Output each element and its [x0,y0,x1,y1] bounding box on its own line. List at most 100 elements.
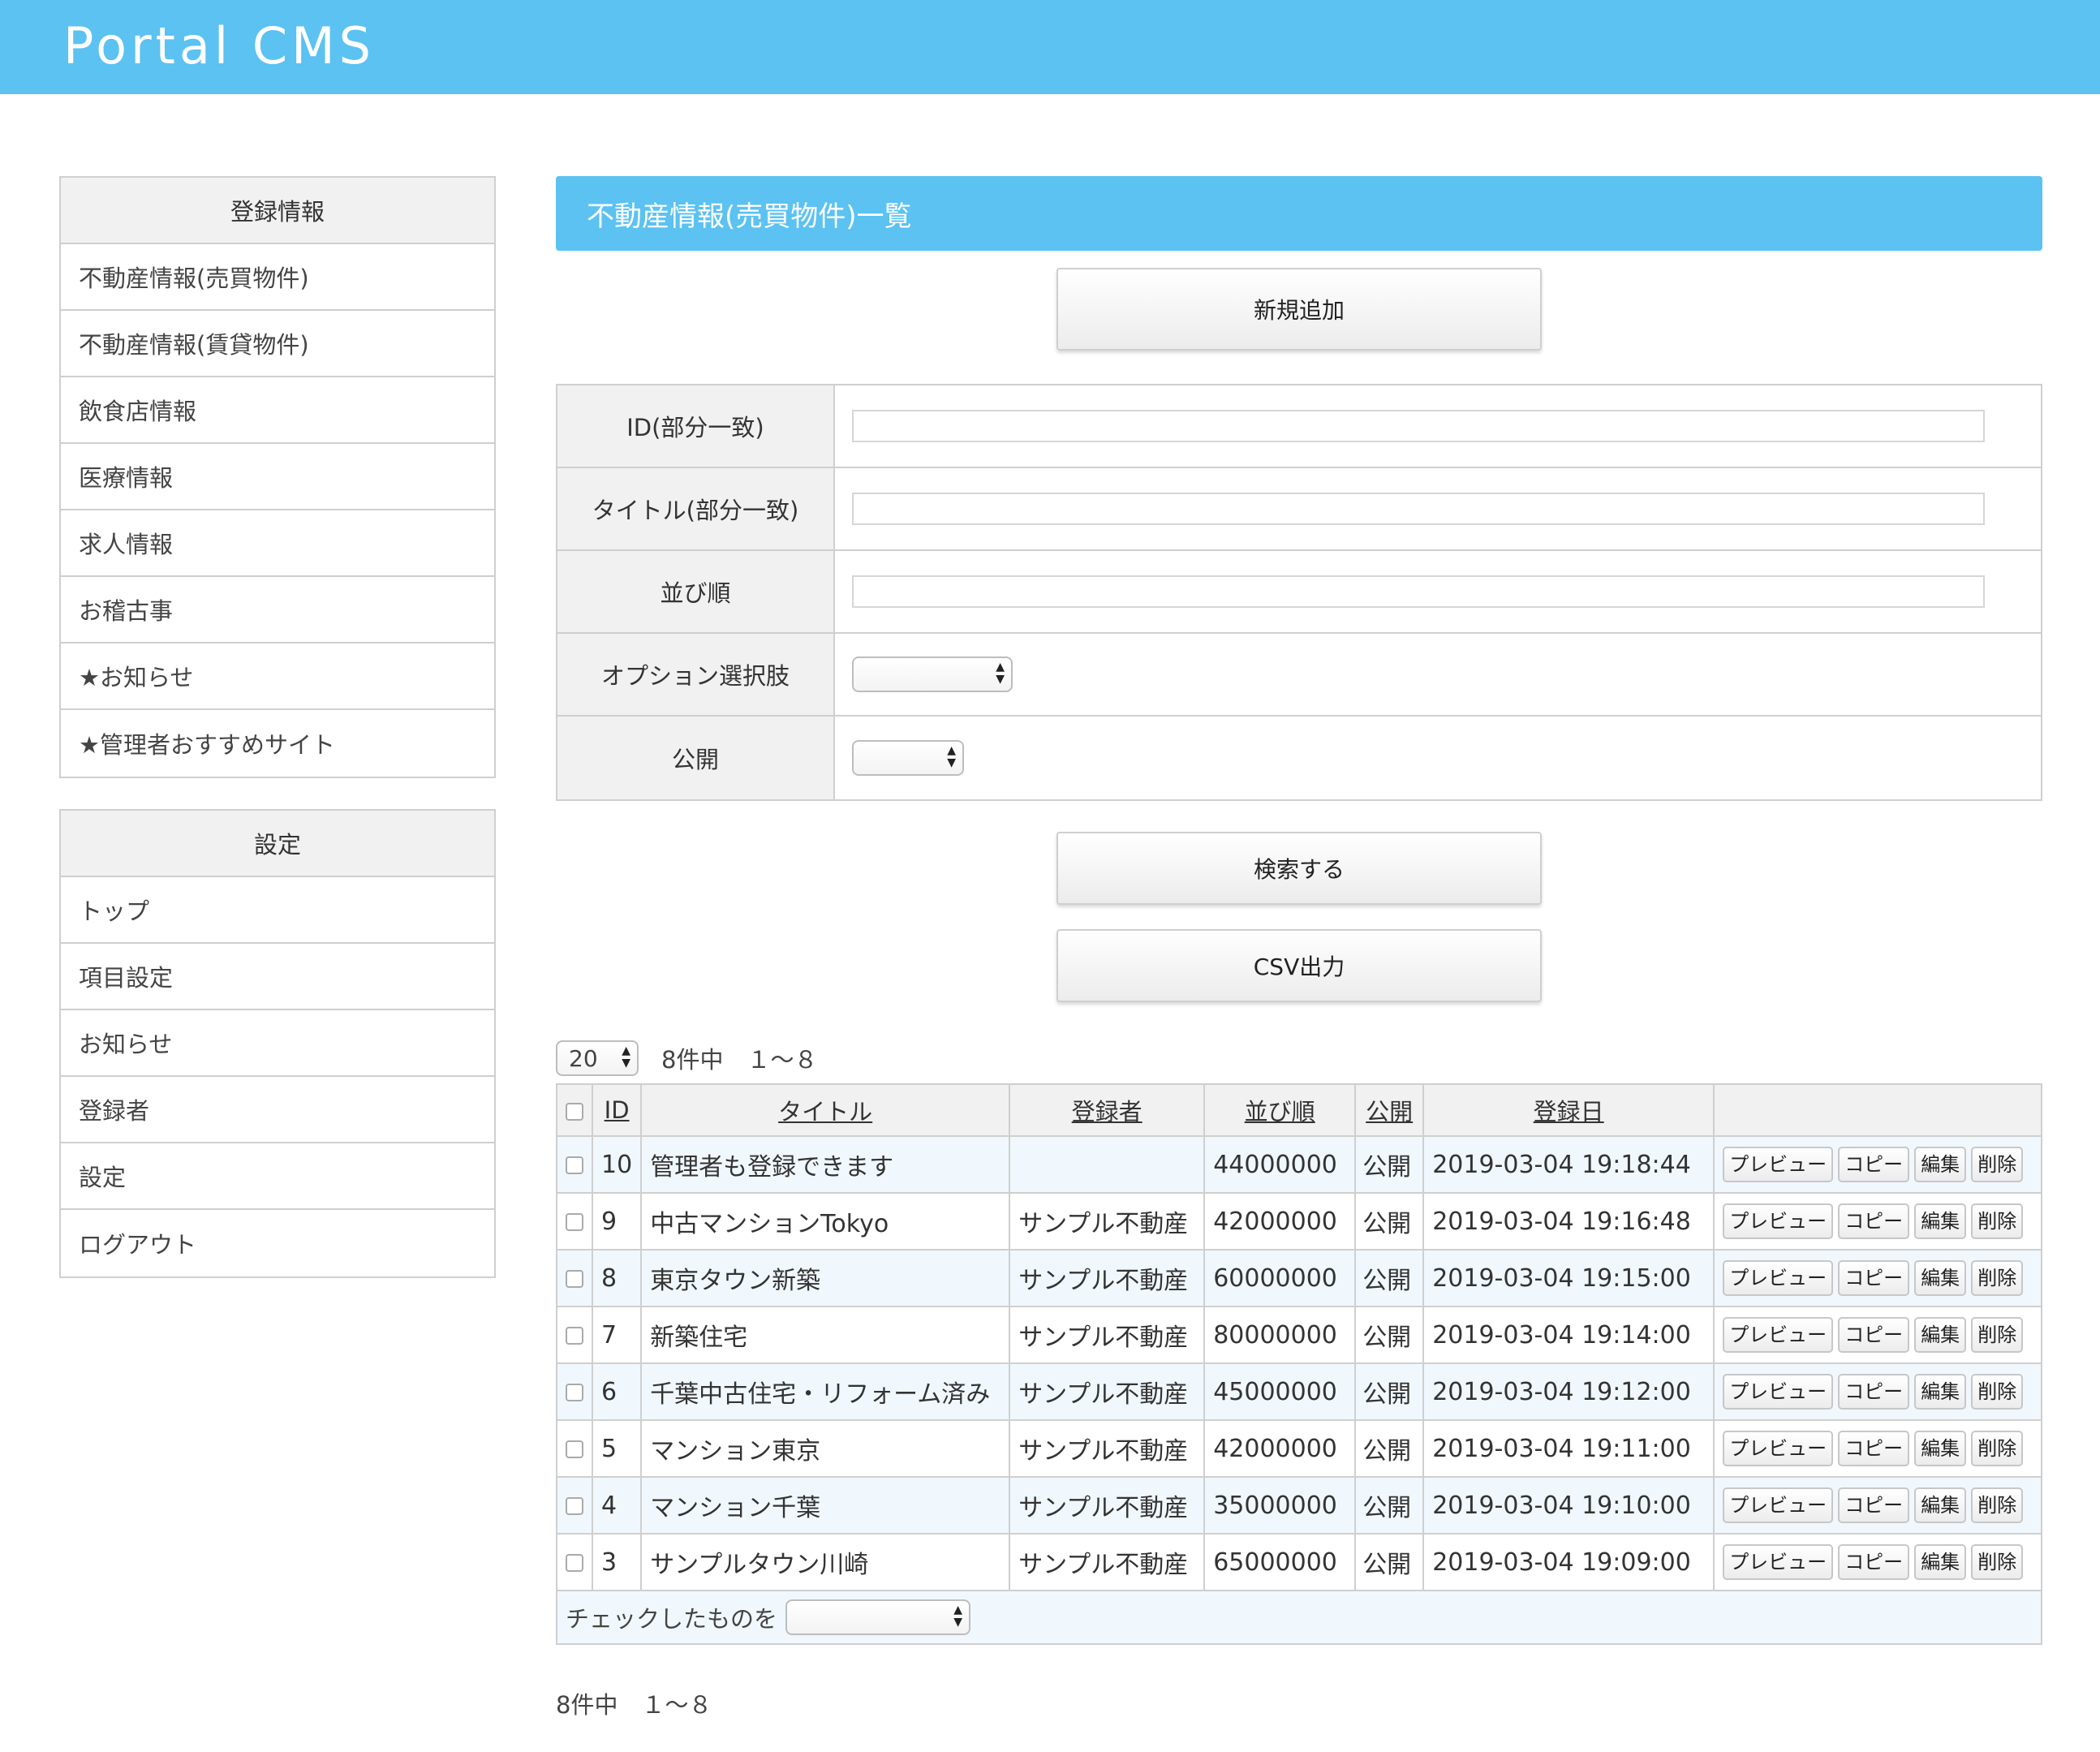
id-input[interactable] [852,410,1985,442]
delete-button[interactable]: 削除 [1971,1147,2024,1182]
delete-button[interactable]: 削除 [1971,1487,2024,1523]
edit-button[interactable]: 編集 [1914,1487,1967,1523]
option-label: オプション選択肢 [557,634,835,715]
brand-title[interactable]: Portal CMS [63,16,375,75]
sidebar-item-restaurant[interactable]: 飲食店情報 [61,377,494,444]
row-checkbox[interactable] [566,1554,583,1572]
cell-date: 2019-03-04 19:14:00 [1422,1306,1715,1364]
preview-button[interactable]: プレビュー [1723,1431,1834,1466]
cell-id: 4 [591,1476,643,1535]
sidebar-item-logout[interactable]: ログアウト [61,1210,494,1276]
public-select[interactable]: ▲ ▼ [852,740,964,776]
sidebar-item-recommended-sites[interactable]: ★管理者おすすめサイト [61,710,494,777]
sidebar-item-settings[interactable]: 設定 [61,1143,494,1210]
copy-button[interactable]: コピー [1838,1317,1910,1353]
header-date[interactable]: 登録日 [1422,1083,1715,1137]
cell-date: 2019-03-04 19:10:00 [1422,1476,1715,1535]
row-checkbox[interactable] [566,1327,583,1345]
preview-button[interactable]: プレビュー [1723,1487,1834,1523]
copy-button[interactable]: コピー [1838,1260,1910,1296]
per-page-select[interactable]: 20 ▲ ▼ [556,1040,639,1076]
sidebar-item-notices[interactable]: お知らせ [61,1010,494,1077]
preview-button[interactable]: プレビュー [1723,1147,1834,1182]
cell-title: 中古マンションTokyo [640,1192,1011,1251]
row-checkbox[interactable] [566,1384,583,1401]
select-arrows-icon: ▲ ▼ [996,661,1005,686]
search-row-public: 公開 ▲ ▼ [557,717,2041,799]
header-order[interactable]: 並び順 [1203,1083,1357,1137]
table-row: 4 マンション千葉 サンプル不動産 35000000 公開 2019-03-04 19:1… [556,1476,2042,1535]
preview-button[interactable]: プレビュー [1723,1374,1834,1410]
header-title[interactable]: タイトル [640,1083,1011,1137]
row-checkbox[interactable] [566,1270,583,1288]
delete-button[interactable]: 削除 [1971,1260,2024,1296]
result-count-bottom: 8件中 １～８ [556,1691,712,1719]
edit-button[interactable]: 編集 [1914,1317,1967,1353]
cell-id: 8 [591,1249,643,1307]
table-header-row: ID タイトル 登録者 並び順 公開 登録日 [556,1083,2042,1137]
edit-button[interactable]: 編集 [1914,1203,1967,1239]
sidebar-item-field-settings[interactable]: 項目設定 [61,944,494,1010]
row-select-cell [556,1476,593,1535]
cell-id: 9 [591,1192,643,1251]
delete-button[interactable]: 削除 [1971,1431,2024,1466]
table-row: 3 サンプルタウン川崎 サンプル不動産 65000000 公開 2019-03-04 19… [556,1533,2042,1591]
cell-order: 35000000 [1203,1476,1357,1535]
row-checkbox[interactable] [566,1440,583,1458]
cell-public: 公開 [1354,1135,1425,1194]
header-registrant[interactable]: 登録者 [1009,1083,1206,1137]
copy-button[interactable]: コピー [1838,1374,1910,1410]
title-input[interactable] [852,493,1985,525]
cell-order: 65000000 [1203,1533,1357,1591]
select-all-checkbox[interactable] [566,1103,583,1121]
cell-registrant [1009,1135,1206,1194]
delete-button[interactable]: 削除 [1971,1374,2024,1410]
copy-button[interactable]: コピー [1838,1544,1910,1580]
sidebar-item-jobs[interactable]: 求人情報 [61,510,494,577]
cell-registrant: サンプル不動産 [1009,1192,1206,1251]
row-checkbox[interactable] [566,1156,583,1174]
sidebar-item-registrants[interactable]: 登録者 [61,1077,494,1143]
edit-button[interactable]: 編集 [1914,1431,1967,1466]
csv-export-button[interactable]: CSV出力 [1056,929,1542,1002]
copy-button[interactable]: コピー [1838,1147,1910,1182]
sidebar-item-news[interactable]: ★お知らせ [61,644,494,710]
option-select[interactable]: ▲ ▼ [852,656,1013,692]
delete-button[interactable]: 削除 [1971,1544,2024,1580]
header-id[interactable]: ID [591,1083,643,1137]
sidebar-item-rental-property[interactable]: 不動産情報(賃貸物件) [61,311,494,377]
copy-button[interactable]: コピー [1838,1431,1910,1466]
row-select-cell [556,1362,593,1421]
delete-button[interactable]: 削除 [1971,1203,2024,1239]
bulk-action-select[interactable]: ▲ ▼ [785,1599,971,1635]
cell-date: 2019-03-04 19:11:00 [1422,1419,1715,1478]
preview-button[interactable]: プレビュー [1723,1203,1834,1239]
row-checkbox[interactable] [566,1497,583,1515]
copy-button[interactable]: コピー [1838,1487,1910,1523]
add-new-button[interactable]: 新規追加 [1056,268,1542,351]
table-row: 10 管理者も登録できます 44000000 公開 2019-03-04 19:18:4… [556,1135,2042,1194]
sidebar-item-lessons[interactable]: お稽古事 [61,577,494,644]
pager-top: 20 ▲ ▼ 8件中 １～８ [556,1040,817,1076]
cell-registrant: サンプル不動産 [1009,1419,1206,1478]
edit-button[interactable]: 編集 [1914,1374,1967,1410]
cell-title: マンション東京 [640,1419,1011,1478]
copy-button[interactable]: コピー [1838,1203,1910,1239]
cell-actions: プレビュー コピー 編集 削除 [1713,1476,2042,1535]
search-button[interactable]: 検索する [1056,832,1542,905]
sidebar-item-top[interactable]: トップ [61,877,494,944]
sidebar-item-medical[interactable]: 医療情報 [61,444,494,510]
cell-date: 2019-03-04 19:18:44 [1422,1135,1715,1194]
row-checkbox[interactable] [566,1213,583,1231]
edit-button[interactable]: 編集 [1914,1147,1967,1182]
preview-button[interactable]: プレビュー [1723,1260,1834,1296]
delete-button[interactable]: 削除 [1971,1317,2024,1353]
select-arrows-icon: ▲ ▼ [953,1603,963,1629]
order-input[interactable] [852,575,1985,608]
sidebar-item-sale-property[interactable]: 不動産情報(売買物件) [61,244,494,311]
preview-button[interactable]: プレビュー [1723,1544,1834,1580]
preview-button[interactable]: プレビュー [1723,1317,1834,1353]
edit-button[interactable]: 編集 [1914,1260,1967,1296]
header-public[interactable]: 公開 [1354,1083,1425,1137]
edit-button[interactable]: 編集 [1914,1544,1967,1580]
